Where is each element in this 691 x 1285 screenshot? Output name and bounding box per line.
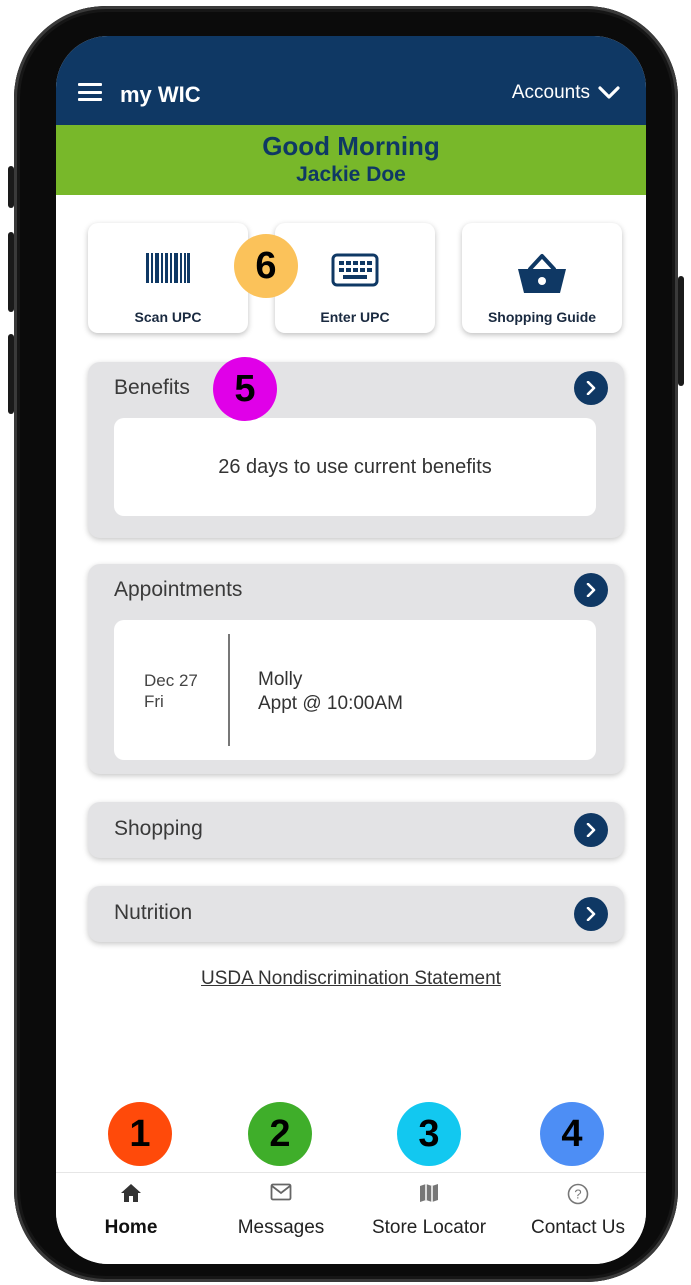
app-screen: my WIC Accounts Good Morning Jackie Doe bbox=[56, 36, 646, 1264]
svg-text:?: ? bbox=[574, 1187, 581, 1202]
appointments-title: Appointments bbox=[114, 578, 243, 601]
keyboard-icon bbox=[331, 253, 379, 287]
tab-contact-us[interactable]: ? Contact Us bbox=[514, 1173, 642, 1264]
nutrition-title: Nutrition bbox=[114, 901, 193, 924]
enter-upc-label: Enter UPC bbox=[320, 309, 390, 325]
tab-messages-label: Messages bbox=[237, 1217, 325, 1238]
shopping-guide-button[interactable]: Shopping Guide bbox=[462, 223, 622, 333]
tab-home[interactable]: Home bbox=[71, 1173, 191, 1264]
tab-store-locator[interactable]: Store Locator bbox=[359, 1173, 499, 1264]
greeting-banner: Good Morning Jackie Doe bbox=[56, 125, 646, 195]
tab-store-locator-label: Store Locator bbox=[371, 1217, 487, 1238]
top-app-bar: my WIC Accounts bbox=[56, 36, 646, 125]
app-title: my WIC bbox=[120, 82, 201, 107]
user-name: Jackie Doe bbox=[296, 163, 406, 186]
shopping-card[interactable]: Shopping bbox=[88, 802, 624, 858]
phone-volume-down-button bbox=[8, 334, 14, 414]
chevron-right-icon[interactable] bbox=[574, 897, 608, 931]
mail-icon bbox=[270, 1183, 292, 1201]
annotation-badge-1: 1 bbox=[108, 1102, 172, 1166]
usda-nondiscrimination-link[interactable]: USDA Nondiscrimination Statement bbox=[56, 968, 646, 990]
accounts-label: Accounts bbox=[511, 82, 590, 103]
bottom-tab-bar: Home Messages Store Locator ? Contact Us bbox=[56, 1172, 646, 1264]
chevron-down-icon bbox=[598, 86, 620, 99]
phone-power-button bbox=[678, 276, 684, 386]
basket-icon bbox=[518, 254, 566, 293]
chevron-right-icon[interactable] bbox=[574, 573, 608, 607]
tab-contact-us-label: Contact Us bbox=[531, 1217, 625, 1238]
scan-upc-label: Scan UPC bbox=[134, 309, 202, 325]
benefits-summary: 26 days to use current benefits bbox=[114, 418, 596, 516]
chevron-right-icon[interactable] bbox=[574, 813, 608, 847]
appointments-card[interactable]: Appointments Dec 27 Fri Molly Appt @ 10:… bbox=[88, 564, 624, 774]
help-icon: ? bbox=[567, 1183, 589, 1205]
appointment-day: Fri bbox=[144, 692, 164, 711]
annotation-badge-6: 6 bbox=[234, 234, 298, 298]
menu-icon[interactable] bbox=[78, 83, 102, 101]
appointment-date: Dec 27 bbox=[144, 671, 198, 690]
nutrition-card[interactable]: Nutrition bbox=[88, 886, 624, 942]
scan-upc-button[interactable]: Scan UPC bbox=[88, 223, 248, 333]
phone-side-button bbox=[8, 166, 14, 208]
benefits-card[interactable]: Benefits 26 days to use current benefits bbox=[88, 362, 624, 538]
annotation-badge-5: 5 bbox=[213, 357, 277, 421]
map-icon bbox=[420, 1184, 438, 1202]
barcode-icon bbox=[146, 253, 190, 283]
annotation-badge-2: 2 bbox=[248, 1102, 312, 1166]
chevron-right-icon[interactable] bbox=[574, 371, 608, 405]
annotation-badge-4: 4 bbox=[540, 1102, 604, 1166]
benefits-title: Benefits bbox=[114, 376, 190, 399]
shopping-guide-label: Shopping Guide bbox=[487, 309, 597, 325]
appointment-item[interactable]: Dec 27 Fri Molly Appt @ 10:00AM bbox=[114, 620, 596, 760]
shopping-title: Shopping bbox=[114, 817, 203, 840]
appointment-time: Appt @ 10:00AM bbox=[258, 693, 403, 714]
appointment-person: Molly bbox=[258, 669, 303, 690]
greeting-text: Good Morning bbox=[262, 131, 440, 161]
divider bbox=[228, 634, 230, 746]
home-icon bbox=[121, 1184, 141, 1202]
tab-home-label: Home bbox=[104, 1217, 158, 1238]
enter-upc-button[interactable]: Enter UPC bbox=[275, 223, 435, 333]
phone-volume-up-button bbox=[8, 232, 14, 312]
accounts-dropdown[interactable]: Accounts bbox=[512, 82, 620, 104]
tab-messages[interactable]: Messages bbox=[216, 1173, 346, 1264]
annotation-badge-3: 3 bbox=[397, 1102, 461, 1166]
benefits-message: 26 days to use current benefits bbox=[218, 455, 492, 478]
